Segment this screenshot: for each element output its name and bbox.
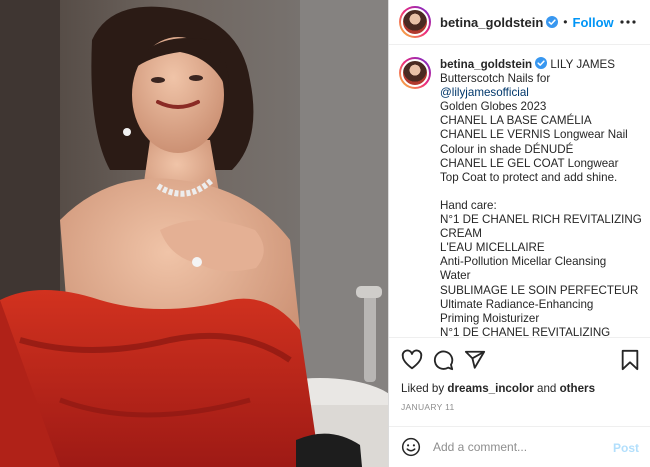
username-link[interactable]: betina_goldstein bbox=[440, 15, 543, 30]
caption-line: Ultimate Radiance-Enhancing bbox=[440, 297, 594, 311]
avatar-image bbox=[401, 59, 429, 87]
more-options-icon[interactable] bbox=[619, 14, 637, 30]
caption-username[interactable]: betina_goldstein bbox=[440, 58, 532, 71]
caption-line: Top Coat to protect and add shine. bbox=[440, 170, 618, 184]
likes-prefix: Liked by bbox=[401, 382, 445, 395]
post-comment-button[interactable]: Post bbox=[613, 441, 639, 455]
liked-by-user-link[interactable]: dreams_incolor bbox=[447, 382, 533, 395]
post-header: betina_goldstein • Follow bbox=[389, 0, 650, 45]
post-date[interactable]: JANUARY 11 bbox=[401, 402, 455, 412]
caption-line: Priming Moisturizer bbox=[440, 311, 540, 325]
post-image bbox=[0, 0, 388, 467]
likes-and: and bbox=[537, 382, 557, 395]
caption-line: CHANEL LE GEL COAT Longwear bbox=[440, 156, 619, 170]
mention-link[interactable]: @lilyjamesofficial bbox=[440, 86, 642, 100]
caption-line: N°1 DE CHANEL REVITALIZING bbox=[440, 325, 611, 337]
action-bar bbox=[389, 337, 650, 382]
caption-line: N°1 DE CHANEL RICH REVITALIZING bbox=[440, 213, 642, 227]
post-photo[interactable] bbox=[0, 0, 388, 467]
caption-line: Butterscotch Nails for bbox=[440, 72, 551, 86]
comment-input[interactable] bbox=[433, 440, 601, 454]
post-side-panel: betina_goldstein • Follow betina_goldste… bbox=[388, 0, 650, 467]
caption-avatar[interactable] bbox=[399, 57, 431, 89]
emoji-smile-icon[interactable] bbox=[401, 437, 421, 457]
likes-others-link[interactable]: others bbox=[560, 382, 595, 395]
caption-line: Hand care: bbox=[440, 198, 497, 212]
follow-button[interactable]: Follow bbox=[573, 15, 614, 30]
caption-area: betina_goldstein LILY JAMES Butterscotch… bbox=[389, 45, 650, 337]
avatar-image bbox=[401, 8, 429, 36]
separator-dot: • bbox=[563, 15, 568, 29]
caption-text: betina_goldstein LILY JAMES Butterscotch… bbox=[440, 57, 642, 337]
caption-line: CHANEL LE VERNIS Longwear Nail bbox=[440, 128, 628, 142]
likes-summary: Liked by dreams_incolor and others bbox=[401, 382, 595, 395]
caption-line-text: LILY JAMES bbox=[550, 58, 616, 71]
caption-line: Golden Globes 2023 bbox=[440, 100, 547, 114]
caption-line: Anti-Pollution Micellar Cleansing bbox=[440, 255, 607, 269]
verified-badge-icon bbox=[535, 57, 548, 69]
heart-icon[interactable] bbox=[401, 349, 423, 371]
caption-line: SUBLIMAGE LE SOIN PERFECTEUR bbox=[440, 283, 639, 297]
caption-line-0: betina_goldstein LILY JAMES bbox=[440, 57, 642, 72]
paper-plane-icon[interactable] bbox=[464, 349, 486, 371]
comment-bar: Post bbox=[389, 426, 650, 467]
caption-line: Water bbox=[440, 269, 471, 283]
caption-line: Colour in shade DÉNUDÉ bbox=[440, 142, 574, 156]
avatar[interactable] bbox=[399, 6, 431, 38]
caption-line: CHANEL LA BASE CAMÉLIA bbox=[440, 114, 592, 128]
caption-line: L'EAU MICELLAIRE bbox=[440, 241, 545, 255]
caption-line: CREAM bbox=[440, 227, 482, 241]
comment-bubble-icon[interactable] bbox=[432, 349, 454, 371]
bookmark-icon[interactable] bbox=[619, 349, 641, 371]
verified-badge-icon bbox=[546, 16, 559, 28]
